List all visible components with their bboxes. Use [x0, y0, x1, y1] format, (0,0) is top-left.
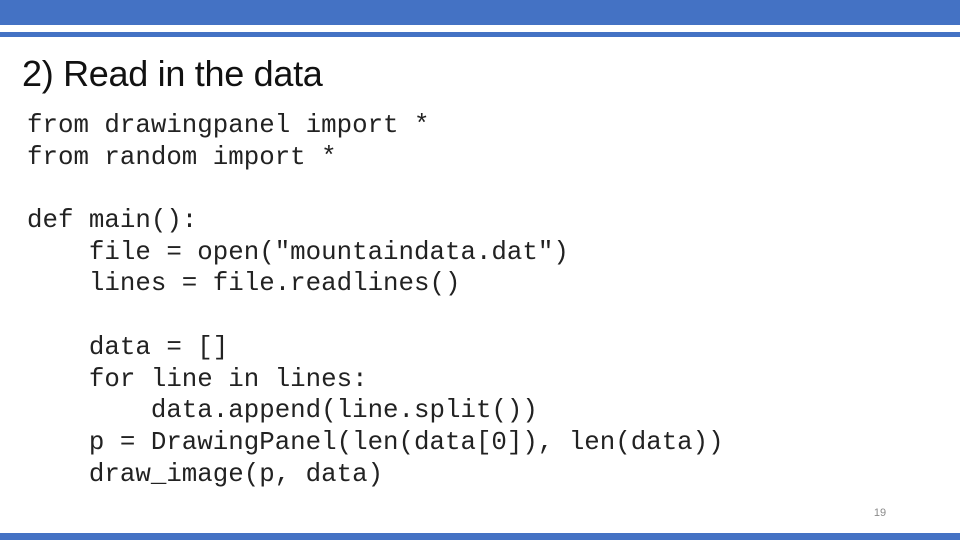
code-block: from drawingpanel import * from random im…	[27, 110, 724, 490]
code-line: for line in lines:	[27, 364, 368, 394]
slide-title: 2) Read in the data	[22, 53, 323, 94]
code-line: data = []	[27, 332, 229, 362]
code-line: from drawingpanel import *	[27, 111, 430, 140]
code-line: p = DrawingPanel(len(data[0]), len(data)…	[27, 427, 724, 457]
code-line: draw_image(p, data)	[27, 459, 384, 489]
header-accent-line	[0, 32, 960, 37]
code-line: from random import *	[27, 142, 337, 172]
code-line: file = open("mountaindata.dat")	[27, 237, 569, 267]
code-line: data.append(line.split())	[27, 396, 538, 426]
code-line: lines = file.readlines()	[27, 269, 461, 299]
slide-page-number: 19	[873, 507, 887, 519]
header-accent-bar	[0, 0, 960, 25]
footer-accent-bar	[0, 533, 960, 540]
code-line: def main():	[27, 206, 198, 236]
